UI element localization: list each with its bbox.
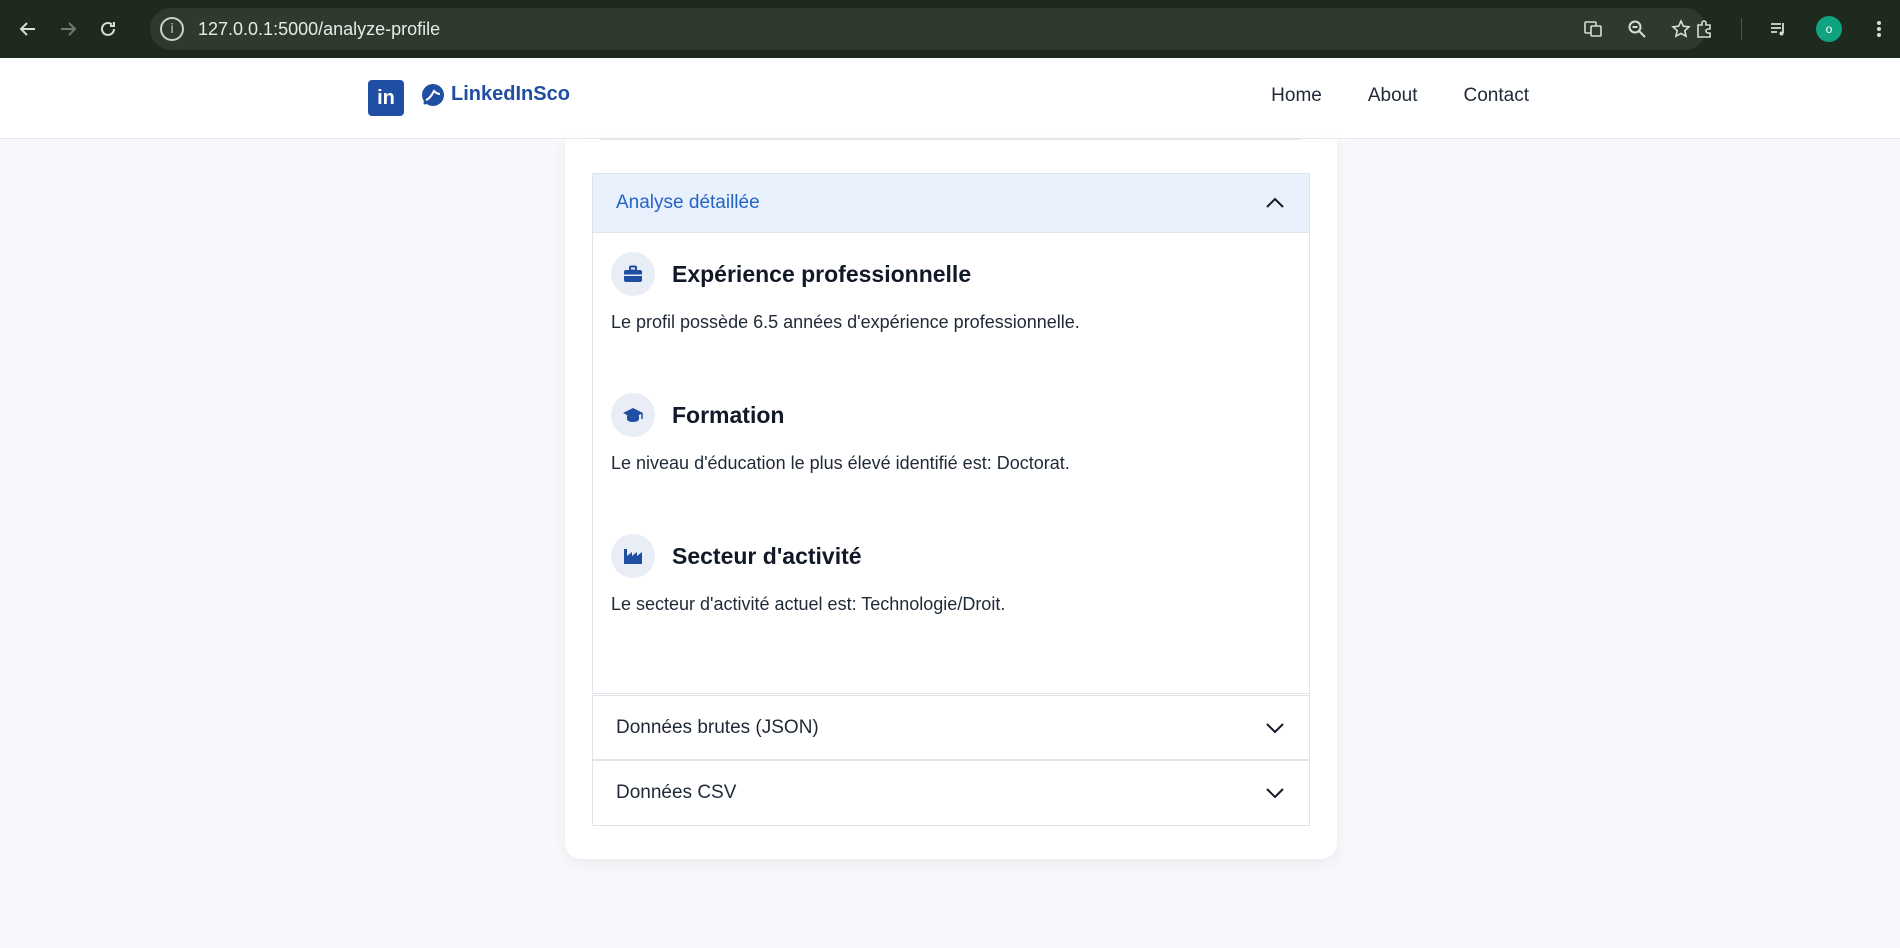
divider <box>600 139 1300 140</box>
extensions-icon[interactable] <box>1693 18 1715 40</box>
menu-icon[interactable] <box>1868 18 1890 40</box>
bookmark-star-icon[interactable] <box>1670 18 1692 40</box>
accordion-title: Données brutes (JSON) <box>616 717 819 738</box>
address-bar[interactable]: i 127.0.0.1:5000/analyze-profile <box>150 8 1706 50</box>
browser-toolbar: i 127.0.0.1:5000/analyze-profile o <box>0 0 1900 58</box>
nav-home[interactable]: Home <box>1271 85 1322 107</box>
accordion-header-raw-json[interactable]: Données brutes (JSON) <box>593 696 1309 760</box>
forward-icon[interactable] <box>48 9 88 49</box>
brand-icon <box>422 84 444 106</box>
section-title: Secteur d'activité <box>672 543 862 569</box>
accordion-title: Analyse détaillée <box>616 192 760 213</box>
main-nav: Home About Contact <box>1271 85 1529 107</box>
translate-icon[interactable] <box>1582 18 1604 40</box>
results-card: Analyse détaillée Expérience professionn… <box>565 139 1337 859</box>
section-text: Le secteur d'activité actuel est: Techno… <box>611 594 1006 614</box>
reload-icon[interactable] <box>88 9 128 49</box>
url-text[interactable]: 127.0.0.1:5000/analyze-profile <box>198 19 440 40</box>
site-info-icon[interactable]: i <box>160 17 184 41</box>
chevron-down-icon <box>1266 723 1284 734</box>
accordion-title: Données CSV <box>616 782 737 803</box>
accordion-csv: Données CSV <box>592 760 1310 826</box>
industry-icon <box>611 534 655 578</box>
site-header: in LinkedInSco Home About Contact <box>0 58 1900 139</box>
chevron-down-icon <box>1266 788 1284 799</box>
zoom-icon[interactable] <box>1626 18 1648 40</box>
section-title: Expérience professionnelle <box>672 261 972 287</box>
graduation-cap-icon <box>611 393 655 437</box>
avatar[interactable]: o <box>1816 16 1842 42</box>
nav-contact[interactable]: Contact <box>1464 85 1529 107</box>
back-icon[interactable] <box>8 9 48 49</box>
toolbar-divider <box>1741 18 1742 40</box>
nav-about[interactable]: About <box>1368 85 1418 107</box>
chevron-up-icon <box>1266 197 1284 208</box>
section-text: Le niveau d'éducation le plus élevé iden… <box>611 453 1070 473</box>
section-title: Formation <box>672 402 785 428</box>
logo-icon[interactable]: in <box>368 80 404 116</box>
accordion-raw-json: Données brutes (JSON) <box>592 695 1310 760</box>
media-icon[interactable] <box>1768 18 1790 40</box>
section-text: Le profil possède 6.5 années d'expérienc… <box>611 312 1080 332</box>
logo-text: in <box>377 86 395 109</box>
accordion-header-csv[interactable]: Données CSV <box>593 761 1309 825</box>
accordion-header-detailed-analysis[interactable]: Analyse détaillée <box>593 174 1309 233</box>
briefcase-icon <box>611 252 655 296</box>
accordion-detailed-analysis: Analyse détaillée Expérience professionn… <box>592 173 1310 694</box>
brand-name[interactable]: LinkedInSco <box>451 83 570 106</box>
